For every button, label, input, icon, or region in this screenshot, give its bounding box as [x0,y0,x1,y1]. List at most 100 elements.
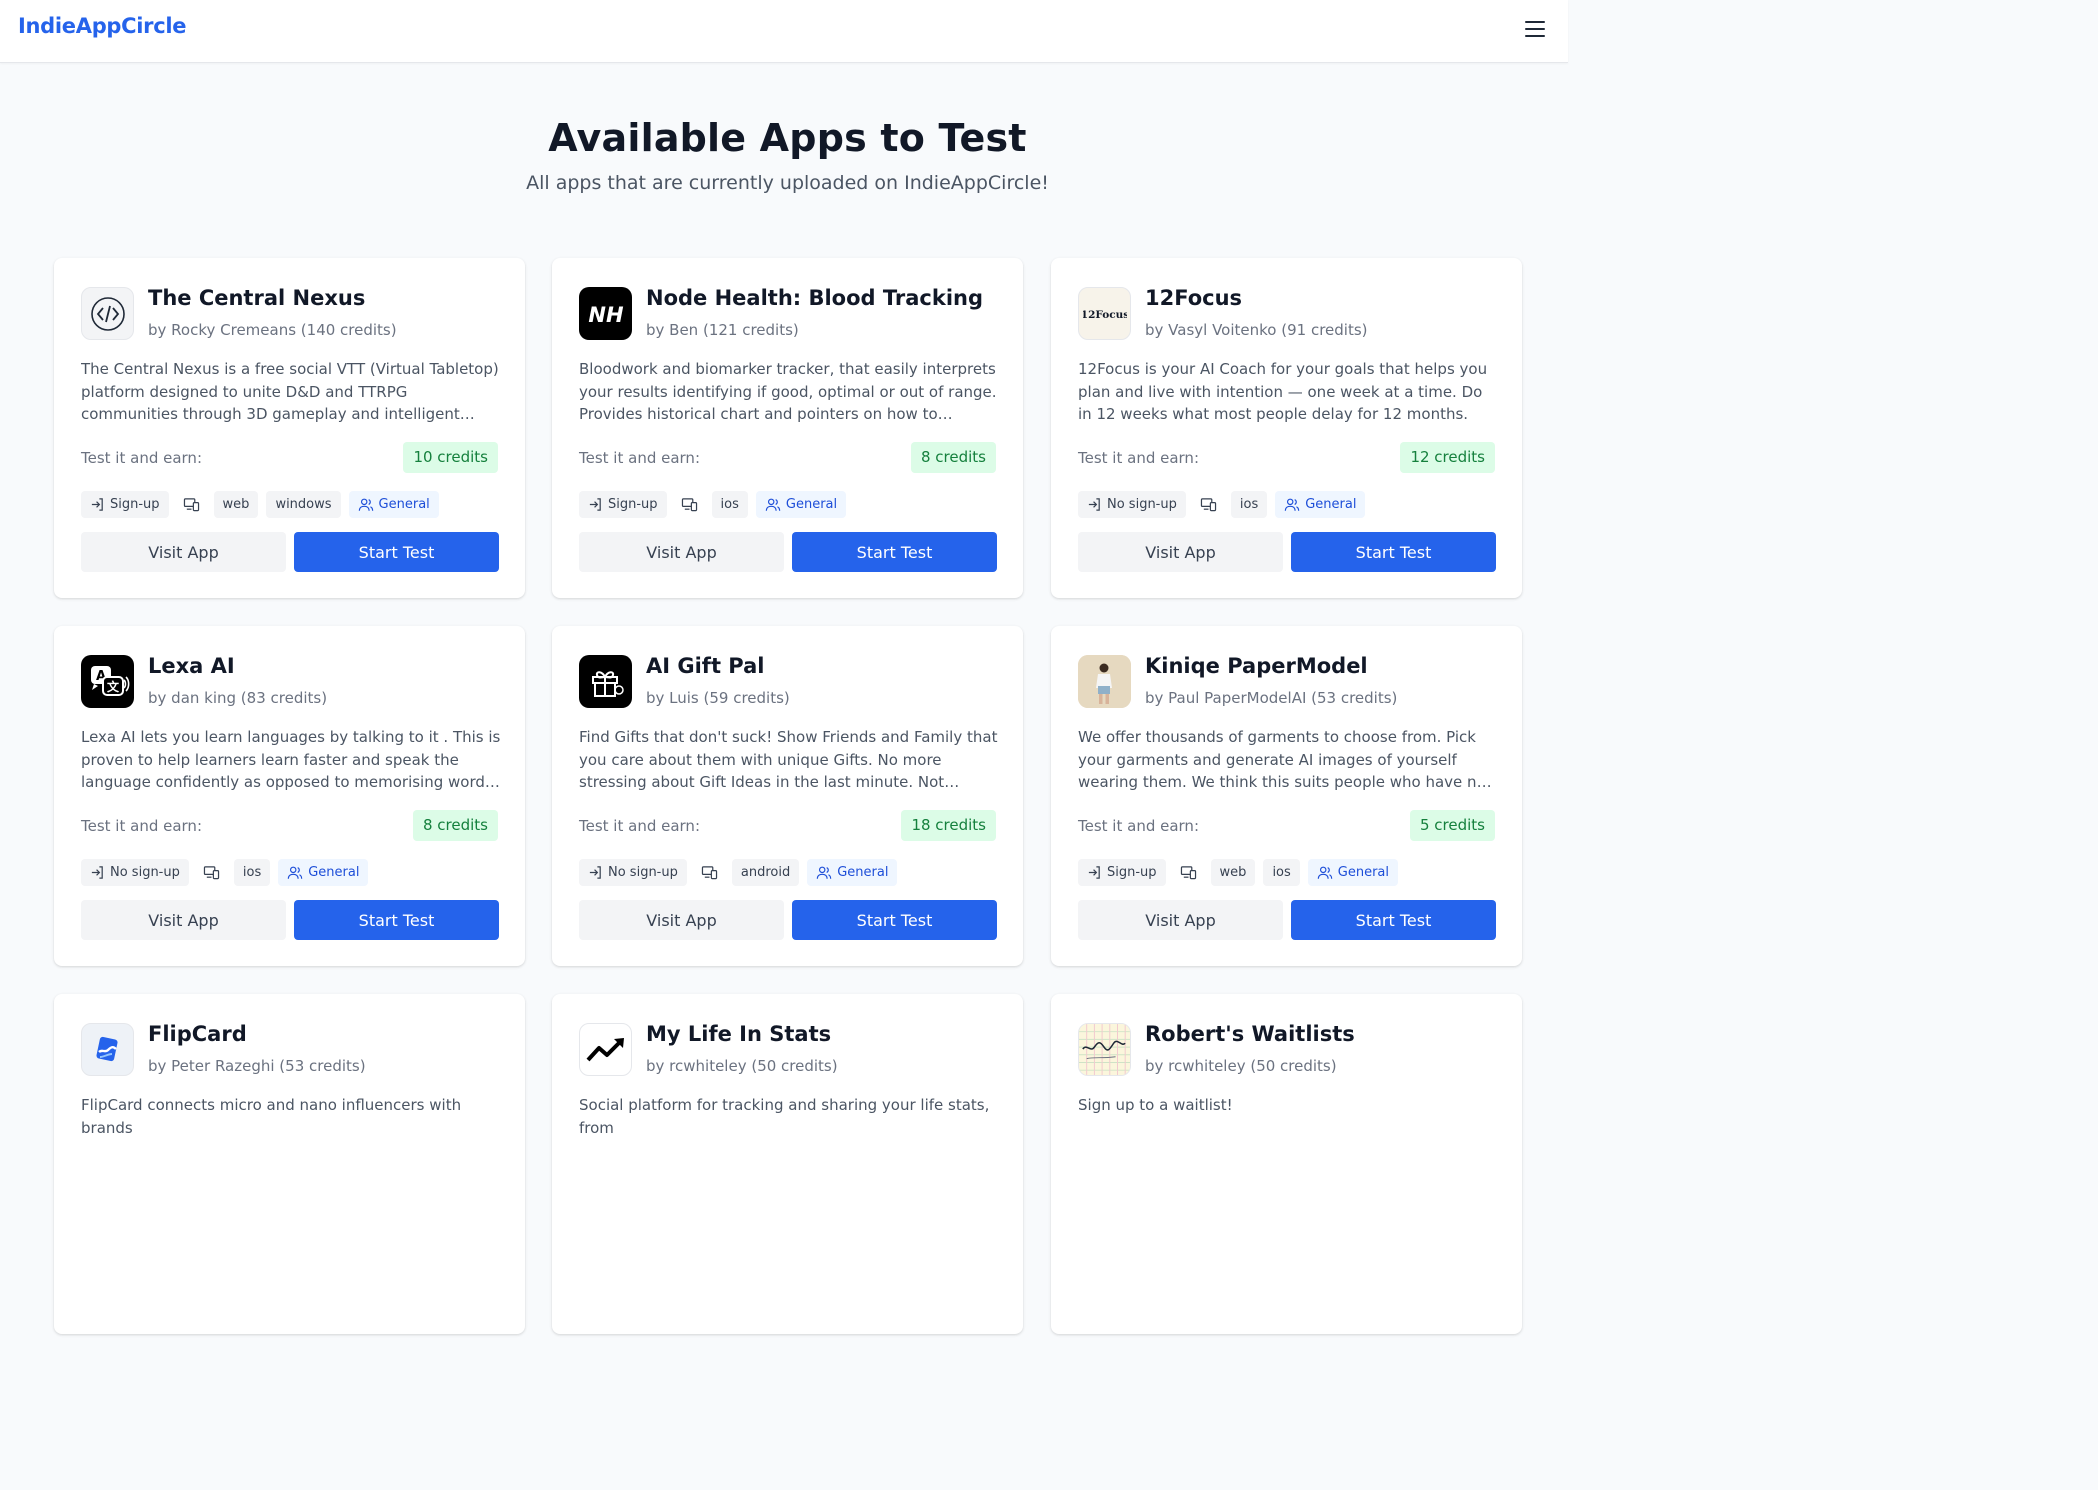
app-card: FlipCard by Peter Razeghi (53 credits) F… [54,994,525,1334]
model-photo-icon [1078,655,1131,708]
visit-app-button[interactable]: Visit App [579,900,784,940]
visit-app-button[interactable]: Visit App [1078,900,1283,940]
earn-label: Test it and earn: [579,817,700,835]
app-title: AI Gift Pal [646,654,765,678]
app-title: Kiniqe PaperModel [1145,654,1368,678]
app-tags: Sign-up web windows General [81,491,439,518]
app-description: The Central Nexus is a free social VTT (… [81,360,499,423]
devices-icon [203,865,220,880]
category-tag: General [1275,491,1366,518]
app-title: Lexa AI [148,654,235,678]
menu-icon-line [1525,28,1545,30]
start-test-button[interactable]: Start Test [294,532,499,572]
platform-tag: web [213,491,259,518]
users-icon [287,865,303,880]
brand-logo-link[interactable]: IndieAppCircle [18,14,187,38]
platform-tag: android [731,859,800,886]
category-tag: General [1307,859,1399,886]
devices-icon [701,865,718,880]
app-description: We offer thousands of garments to choose… [1078,728,1492,791]
12focus-logo-icon: 12Focus [1078,287,1131,340]
app-card: The Central Nexus by Rocky Cremeans (140… [54,258,525,598]
category-tag: General [807,859,898,886]
start-test-button[interactable]: Start Test [792,532,997,572]
devices-tag [197,859,226,886]
devices-icon [183,497,200,512]
app-author: by Paul PaperModelAI (53 credits) [1145,689,1398,707]
platform-tag: ios [233,859,271,886]
category-label: General [1305,497,1357,512]
nh-logo-icon: NH [579,287,632,340]
app-card: 12Focus 12Focus by Vasyl Voitenko (91 cr… [1051,258,1522,598]
earn-label: Test it and earn: [579,449,700,467]
app-card: My Life In Stats by rcwhiteley (50 credi… [552,994,1023,1334]
app-author: by Vasyl Voitenko (91 credits) [1145,321,1368,339]
visit-app-button[interactable]: Visit App [81,900,286,940]
app-card: Robert's Waitlists by rcwhiteley (50 cre… [1051,994,1522,1334]
earn-label: Test it and earn: [1078,817,1199,835]
devices-icon [1180,865,1197,880]
svg-text:文: 文 [106,679,119,694]
platform-tag: ios [711,491,748,518]
page-title: Available Apps to Test [548,116,1027,160]
app-tags: No sign-up ios General [1078,491,1366,518]
login-arrow-icon [90,865,105,880]
users-icon [1284,497,1300,512]
credits-badge: 12 credits [1400,442,1495,473]
menu-icon-line [1525,21,1545,23]
login-arrow-icon [90,497,105,512]
app-description: FlipCard connects micro and nano influen… [81,1096,462,1137]
visit-app-button[interactable]: Visit App [81,532,286,572]
app-title: 12Focus [1145,286,1243,310]
svg-text:12Focus: 12Focus [1083,309,1127,321]
login-arrow-icon [1087,497,1102,512]
page-header: Available Apps to Test All apps that are… [0,116,1575,194]
app-card: NH Node Health: Blood Tracking by Ben (1… [552,258,1023,598]
platform-tag: windows [266,491,341,518]
platform-tag: ios [1230,491,1268,518]
app-title: Robert's Waitlists [1145,1022,1355,1046]
signup-tag: No sign-up [579,859,687,886]
devices-tag [1174,859,1203,886]
category-tag: General [755,491,847,518]
login-arrow-icon [1087,865,1102,880]
category-label: General [378,497,430,512]
code-brackets-icon [81,287,134,340]
start-test-button[interactable]: Start Test [1291,900,1496,940]
gift-icon [579,655,632,708]
credits-badge: 10 credits [403,442,498,473]
users-icon [358,497,374,512]
signup-tag: Sign-up [579,491,667,518]
credits-badge: 8 credits [910,442,996,473]
flipcard-logo-icon [81,1023,134,1076]
app-card: Kiniqe PaperModel by Paul PaperModelAI (… [1051,626,1522,966]
signup-tag: No sign-up [1078,491,1186,518]
devices-tag [1194,491,1223,518]
page-subtitle: All apps that are currently uploaded on … [526,172,1049,194]
app-author: by Luis (59 credits) [646,689,790,707]
app-tags: Sign-up ios General [579,491,847,518]
hamburger-menu-button[interactable] [1522,18,1550,40]
trend-up-icon [579,1023,632,1076]
platform-tag: web [1210,859,1256,886]
earn-label: Test it and earn: [81,817,202,835]
visit-app-button[interactable]: Visit App [579,532,784,572]
app-tags: Sign-up web ios General [1078,859,1399,886]
visit-app-button[interactable]: Visit App [1078,532,1283,572]
signup-tag: Sign-up [1078,859,1166,886]
earn-label: Test it and earn: [1078,449,1199,467]
signup-label: No sign-up [608,865,678,880]
app-card: AI Gift Pal by Luis (59 credits) Find Gi… [552,626,1023,966]
start-test-button[interactable]: Start Test [1291,532,1496,572]
start-test-button[interactable]: Start Test [294,900,499,940]
signup-label: Sign-up [1107,865,1157,880]
start-test-button[interactable]: Start Test [792,900,997,940]
category-label: General [308,865,360,880]
app-author: by Rocky Cremeans (140 credits) [148,321,397,339]
credits-badge: 8 credits [412,810,498,841]
app-tags: No sign-up android General [579,859,898,886]
app-card: A文 Lexa AI by dan king (83 credits) Lexa… [54,626,525,966]
login-arrow-icon [588,865,603,880]
signup-tag: No sign-up [81,859,189,886]
app-author: by rcwhiteley (50 credits) [646,1057,838,1075]
